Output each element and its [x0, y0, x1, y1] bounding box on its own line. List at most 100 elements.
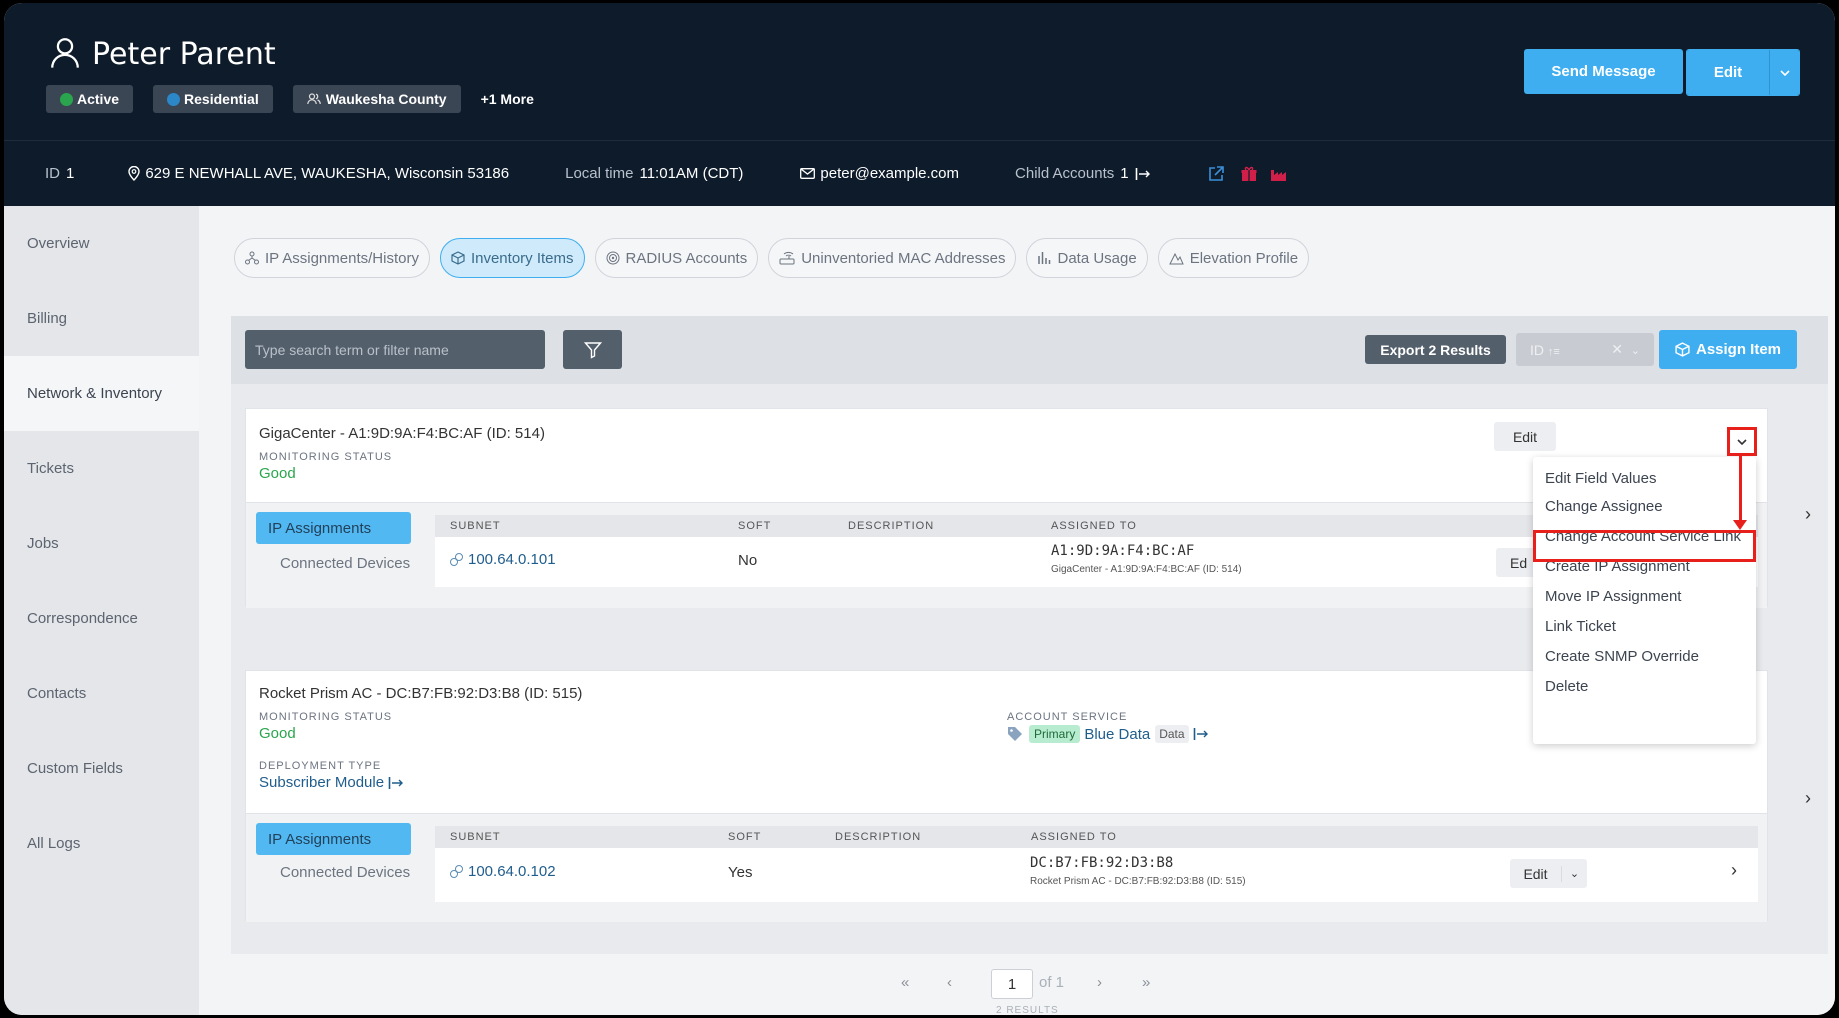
- annotation-arrow-head: [1733, 520, 1747, 530]
- prev-page-button[interactable]: ‹: [947, 974, 952, 991]
- tab-inventory-items[interactable]: Inventory Items: [439, 238, 585, 278]
- sort-ascending-icon: ↑≡: [1547, 345, 1560, 358]
- primary-badge: Primary: [1029, 725, 1081, 743]
- account-email[interactable]: peter@example.com: [800, 165, 959, 182]
- local-time: Local time 11:01AM (CDT): [565, 165, 743, 182]
- gift-icon[interactable]: [1241, 166, 1257, 182]
- chevron-right-icon[interactable]: ›: [1805, 788, 1811, 809]
- factory-icon[interactable]: [1270, 166, 1287, 182]
- chevron-down-icon[interactable]: ⌄: [1562, 867, 1587, 880]
- item-actions-menu: Edit Field Values Change Assignee Change…: [1533, 457, 1756, 744]
- sidebar-item-jobs[interactable]: Jobs: [4, 506, 199, 581]
- first-page-button[interactable]: «: [901, 974, 909, 991]
- child-accounts-count: 1: [1120, 165, 1129, 182]
- subtab-connected-devices[interactable]: Connected Devices: [256, 547, 411, 579]
- subtab-ip-assignments[interactable]: IP Assignments: [256, 823, 411, 855]
- tab-radius-accounts[interactable]: RADIUS Accounts: [594, 238, 759, 278]
- subtab-connected-devices[interactable]: Connected Devices: [256, 856, 411, 888]
- external-link-icon[interactable]: [1208, 165, 1224, 182]
- send-message-button[interactable]: Send Message: [1524, 49, 1683, 94]
- soft-value: Yes: [728, 864, 753, 881]
- edit-account-button[interactable]: Edit: [1687, 50, 1769, 95]
- badge-label: Active: [77, 91, 120, 107]
- chevron-down-icon[interactable]: ⌄: [1631, 345, 1640, 357]
- active-dot-icon: [60, 92, 73, 106]
- edit-options-caret[interactable]: [1769, 50, 1799, 95]
- open-link-arrow-icon: [1135, 167, 1150, 180]
- menu-item-edit-field-values[interactable]: Edit Field Values: [1545, 470, 1656, 487]
- export-results-button[interactable]: Export 2 Results: [1365, 335, 1506, 364]
- sort-select[interactable]: ID ↑≡ ✕ ⌄: [1516, 333, 1654, 366]
- sidebar-item-billing[interactable]: Billing: [4, 281, 199, 356]
- search-input[interactable]: Type search term or filter name: [245, 330, 545, 369]
- col-soft: SOFT: [728, 831, 762, 843]
- next-page-button[interactable]: ›: [1097, 974, 1102, 991]
- item-edit-button[interactable]: Edit: [1494, 422, 1556, 451]
- tab-label: Data Usage: [1057, 249, 1137, 267]
- subnet-cell[interactable]: 100.64.0.101: [449, 551, 556, 568]
- sidebar-item-overview[interactable]: Overview: [4, 206, 199, 281]
- subnet-cell[interactable]: 100.64.0.102: [449, 863, 556, 880]
- header-actions: Send Message Edit: [1524, 49, 1800, 96]
- row-edit-button[interactable]: Ed: [1496, 548, 1536, 577]
- tag-icon: [1008, 727, 1022, 741]
- sort-controls: ✕ ⌄: [1611, 341, 1640, 358]
- sidebar-item-tickets[interactable]: Tickets: [4, 431, 199, 506]
- last-page-button[interactable]: »: [1142, 974, 1150, 991]
- sidebar-item-contacts[interactable]: Contacts: [4, 656, 199, 731]
- row-edit-button[interactable]: Edit: [1510, 865, 1562, 882]
- menu-item-create-snmp-override[interactable]: Create SNMP Override: [1545, 648, 1699, 665]
- box-icon: [1675, 342, 1690, 357]
- open-link-arrow-icon[interactable]: [1193, 727, 1209, 741]
- account-info-bar: ID 1 629 E NEWHALL AVE, WAUKESHA, Wiscon…: [4, 140, 1835, 206]
- users-icon: [306, 93, 321, 105]
- filter-icon: [583, 341, 602, 359]
- residential-dot-icon: [167, 92, 181, 106]
- table-header: SUBNET SOFT DESCRIPTION ASSIGNED TO: [435, 826, 1758, 848]
- group-badge-county[interactable]: Waukesha County: [292, 85, 461, 113]
- sidebar-item-custom-fields[interactable]: Custom Fields: [4, 731, 199, 806]
- tab-elevation-profile[interactable]: Elevation Profile: [1157, 238, 1310, 278]
- tab-ip-assignments-history[interactable]: IP Assignments/History: [234, 238, 430, 278]
- chevron-right-icon[interactable]: ›: [1805, 504, 1811, 525]
- tab-label: Inventory Items: [470, 249, 574, 267]
- monitoring-status-label: MONITORING STATUS: [259, 451, 393, 463]
- item-title: Rocket Prism AC - DC:B7:FB:92:D3:B8 (ID:…: [259, 685, 583, 702]
- badge-label: Residential: [184, 91, 259, 107]
- tab-data-usage[interactable]: Data Usage: [1026, 238, 1148, 278]
- bar-chart-icon: [1038, 252, 1051, 264]
- subtab-ip-assignments[interactable]: IP Assignments: [256, 512, 411, 544]
- col-assigned-to: ASSIGNED TO: [1051, 520, 1137, 532]
- sidebar-item-network-inventory[interactable]: Network & Inventory: [4, 356, 199, 431]
- subnet-value: 100.64.0.101: [468, 551, 556, 568]
- more-badges-link[interactable]: +1 More: [481, 91, 534, 107]
- tab-label: IP Assignments/History: [265, 249, 419, 267]
- chevron-down-icon: [1779, 69, 1790, 76]
- deployment-type-value[interactable]: Subscriber Module: [259, 774, 404, 791]
- sidebar-item-correspondence[interactable]: Correspondence: [4, 581, 199, 656]
- router-icon: [779, 251, 795, 265]
- filter-button[interactable]: [563, 330, 622, 369]
- subnet-value: 100.64.0.102: [468, 863, 556, 880]
- page-number-input[interactable]: 1: [991, 969, 1033, 999]
- menu-item-move-ip-assignment[interactable]: Move IP Assignment: [1545, 588, 1681, 605]
- account-address[interactable]: 629 E NEWHALL AVE, WAUKESHA, Wisconsin 5…: [128, 165, 509, 182]
- assign-item-button[interactable]: Assign Item: [1659, 330, 1797, 369]
- menu-item-link-ticket[interactable]: Link Ticket: [1545, 618, 1616, 635]
- external-links: [1208, 165, 1292, 182]
- service-name-link[interactable]: Blue Data: [1084, 726, 1150, 743]
- child-accounts-label: Child Accounts: [1015, 165, 1115, 182]
- sort-label: ID ↑≡: [1530, 342, 1560, 358]
- monitoring-status-value: Good: [259, 465, 296, 482]
- clear-sort-icon[interactable]: ✕: [1611, 341, 1623, 357]
- child-accounts[interactable]: Child Accounts 1: [1015, 165, 1156, 182]
- menu-item-change-assignee[interactable]: Change Assignee: [1545, 498, 1663, 515]
- chevron-right-icon[interactable]: ›: [1731, 860, 1737, 881]
- sidebar-item-all-logs[interactable]: All Logs: [4, 806, 199, 881]
- tab-uninventoried-mac[interactable]: Uninventoried MAC Addresses: [768, 238, 1017, 278]
- page-of-label: of 1: [1039, 974, 1065, 991]
- menu-item-delete[interactable]: Delete: [1545, 678, 1588, 695]
- account-service-label: ACCOUNT SERVICE: [1007, 711, 1128, 723]
- item-options-caret[interactable]: [1727, 427, 1757, 456]
- user-icon: [48, 35, 82, 74]
